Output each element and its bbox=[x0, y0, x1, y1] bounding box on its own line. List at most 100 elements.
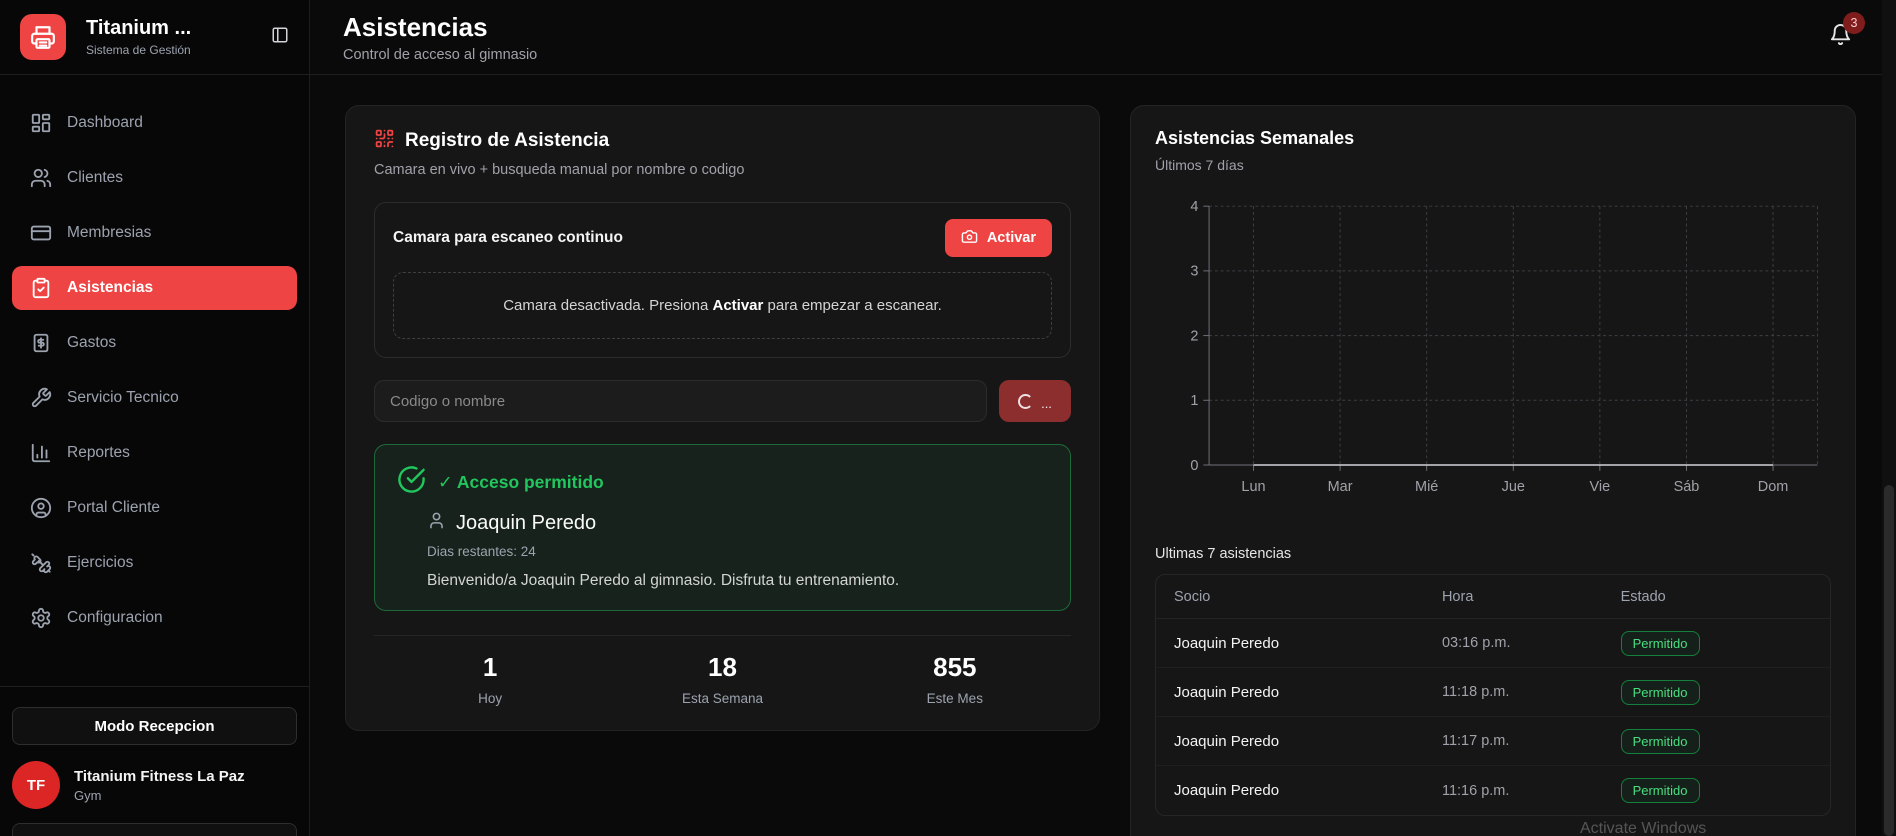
cutoff-button[interactable] bbox=[12, 823, 297, 836]
sidebar-item-label: Portal Cliente bbox=[67, 499, 160, 517]
weekly-title: Asistencias Semanales bbox=[1155, 128, 1831, 149]
svg-text:Dom: Dom bbox=[1758, 479, 1789, 495]
weekly-card: Asistencias Semanales Últimos 7 días 012… bbox=[1130, 105, 1856, 836]
gym-profile[interactable]: TF Titanium Fitness La Paz Gym bbox=[12, 761, 297, 809]
recent-title: Ultimas 7 asistencias bbox=[1155, 546, 1831, 562]
cell-hora: 11:16 p.m. bbox=[1442, 783, 1621, 799]
clipboard-check-icon bbox=[30, 277, 52, 299]
notifications-button[interactable]: 3 bbox=[1829, 23, 1852, 51]
scrollbar-thumb[interactable] bbox=[1884, 485, 1894, 836]
cell-hora: 03:16 p.m. bbox=[1442, 635, 1621, 651]
modo-recepcion-button[interactable]: Modo Recepcion bbox=[12, 707, 297, 745]
camera-panel: Camara para escaneo continuo Activar Cam… bbox=[374, 202, 1071, 358]
status-badge: Permitido bbox=[1621, 778, 1700, 803]
user-icon bbox=[427, 511, 446, 535]
table-row: Joaquin Peredo11:16 p.m.Permitido bbox=[1156, 766, 1830, 815]
camera-status-message: Camara desactivada. Presiona Activar par… bbox=[393, 272, 1052, 339]
search-input[interactable] bbox=[374, 380, 987, 422]
svg-text:2: 2 bbox=[1190, 328, 1198, 344]
stat-esta-semana: 18 Esta Semana bbox=[606, 652, 838, 706]
credit-card-icon bbox=[30, 222, 52, 244]
stat-value: 855 bbox=[839, 652, 1071, 683]
page-header: Asistencias Control de acceso al gimnasi… bbox=[310, 0, 1896, 75]
stat-este-mes: 855 Este Mes bbox=[839, 652, 1071, 706]
weekly-subtitle: Últimos 7 días bbox=[1155, 157, 1831, 173]
sidebar-item-reportes[interactable]: Reportes bbox=[12, 431, 297, 475]
svg-text:3: 3 bbox=[1190, 264, 1198, 280]
days-remaining: Dias restantes: 24 bbox=[427, 544, 1048, 559]
stat-label: Esta Semana bbox=[606, 691, 838, 706]
status-badge: Permitido bbox=[1621, 680, 1700, 705]
sidebar-item-clientes[interactable]: Clientes bbox=[12, 156, 297, 200]
notification-badge: 3 bbox=[1843, 12, 1865, 34]
sidebar: Titanium ... Sistema de Gestión Dashboar… bbox=[0, 0, 310, 836]
member-name: Joaquin Peredo bbox=[456, 512, 596, 535]
sidebar-item-dashboard[interactable]: Dashboard bbox=[12, 101, 297, 145]
stat-label: Este Mes bbox=[839, 691, 1071, 706]
content: Registro de Asistencia Camara en vivo + … bbox=[310, 75, 1896, 836]
stat-value: 1 bbox=[374, 652, 606, 683]
svg-text:Jue: Jue bbox=[1502, 479, 1525, 495]
svg-text:4: 4 bbox=[1190, 199, 1198, 215]
registro-card: Registro de Asistencia Camara en vivo + … bbox=[345, 105, 1100, 731]
app-root: Titanium ... Sistema de Gestión Dashboar… bbox=[0, 0, 1896, 836]
column-header-estado: Estado bbox=[1621, 589, 1812, 605]
sidebar-item-ejercicios[interactable]: Ejercicios bbox=[12, 541, 297, 585]
stat-value: 18 bbox=[606, 652, 838, 683]
sidebar-footer: Modo Recepcion TF Titanium Fitness La Pa… bbox=[0, 686, 309, 836]
gym-name: Titanium Fitness La Paz bbox=[74, 768, 245, 785]
registro-title: Registro de Asistencia bbox=[405, 130, 609, 152]
svg-text:1: 1 bbox=[1190, 393, 1198, 409]
sidebar-item-label: Ejercicios bbox=[67, 554, 133, 572]
brand-subtitle: Sistema de Gestión bbox=[86, 43, 191, 57]
svg-text:Vie: Vie bbox=[1590, 479, 1611, 495]
sidebar-item-membresias[interactable]: Membresias bbox=[12, 211, 297, 255]
column-header-socio: Socio bbox=[1174, 589, 1442, 605]
users-icon bbox=[30, 167, 52, 189]
avatar: TF bbox=[12, 761, 60, 809]
stat-hoy: 1Hoy bbox=[374, 652, 606, 706]
page-title: Asistencias bbox=[343, 12, 537, 43]
status-badge: Permitido bbox=[1621, 631, 1700, 656]
status-badge: Permitido bbox=[1621, 729, 1700, 754]
sidebar-collapse-icon[interactable] bbox=[271, 26, 289, 49]
cell-socio: Joaquin Peredo bbox=[1174, 733, 1442, 750]
weekly-chart-svg: 01234LunMarMiéJueVieSábDom bbox=[1155, 183, 1831, 519]
table-row: Joaquin Peredo11:18 p.m.Permitido bbox=[1156, 668, 1830, 717]
sidebar-item-label: Gastos bbox=[67, 334, 116, 352]
sidebar-item-portal-cliente[interactable]: Portal Cliente bbox=[12, 486, 297, 530]
wrench-icon bbox=[30, 387, 52, 409]
access-status: ✓ Acceso permitido bbox=[438, 472, 604, 493]
user-circle-icon bbox=[30, 497, 52, 519]
access-result-panel: ✓ Acceso permitido Joaquin Peredo Dias r… bbox=[374, 444, 1071, 611]
scrollbar[interactable] bbox=[1882, 0, 1896, 836]
gym-role: Gym bbox=[74, 788, 245, 803]
sidebar-item-label: Reportes bbox=[67, 444, 130, 462]
page-subtitle: Control de acceso al gimnasio bbox=[343, 47, 537, 63]
sidebar-nav: Dashboard Clientes Membresias Asistencias Ga… bbox=[0, 75, 309, 686]
recent-table: SocioHoraEstado Joaquin Peredo03:16 p.m.… bbox=[1155, 574, 1831, 816]
brand-title: Titanium ... bbox=[86, 17, 191, 40]
camera-icon bbox=[961, 228, 978, 249]
table-row: Joaquin Peredo11:17 p.m.Permitido bbox=[1156, 717, 1830, 766]
column-header-hora: Hora bbox=[1442, 589, 1621, 605]
sidebar-item-label: Dashboard bbox=[67, 114, 143, 132]
svg-text:Sáb: Sáb bbox=[1674, 479, 1700, 495]
qr-code-icon bbox=[374, 128, 395, 154]
sidebar-item-label: Servicio Tecnico bbox=[67, 389, 179, 407]
sidebar-item-label: Configuracion bbox=[67, 609, 163, 627]
svg-text:Mar: Mar bbox=[1328, 479, 1353, 495]
search-loading-button[interactable]: ... bbox=[999, 380, 1071, 422]
sidebar-item-servicio-tecnico[interactable]: Servicio Tecnico bbox=[12, 376, 297, 420]
table-row: Joaquin Peredo03:16 p.m.Permitido bbox=[1156, 619, 1830, 668]
cell-hora: 11:17 p.m. bbox=[1442, 733, 1621, 749]
main-area: Asistencias Control de acceso al gimnasi… bbox=[310, 0, 1896, 836]
table-header: SocioHoraEstado bbox=[1156, 575, 1830, 619]
sidebar-item-gastos[interactable]: Gastos bbox=[12, 321, 297, 365]
welcome-message: Bienvenido/a Joaquin Peredo al gimnasio.… bbox=[427, 572, 1048, 590]
sidebar-item-label: Membresias bbox=[67, 224, 151, 242]
sidebar-item-asistencias[interactable]: Asistencias bbox=[12, 266, 297, 310]
activar-button[interactable]: Activar bbox=[945, 219, 1052, 257]
brand: Titanium ... Sistema de Gestión bbox=[0, 0, 309, 75]
sidebar-item-configuracion[interactable]: Configuracion bbox=[12, 596, 297, 640]
